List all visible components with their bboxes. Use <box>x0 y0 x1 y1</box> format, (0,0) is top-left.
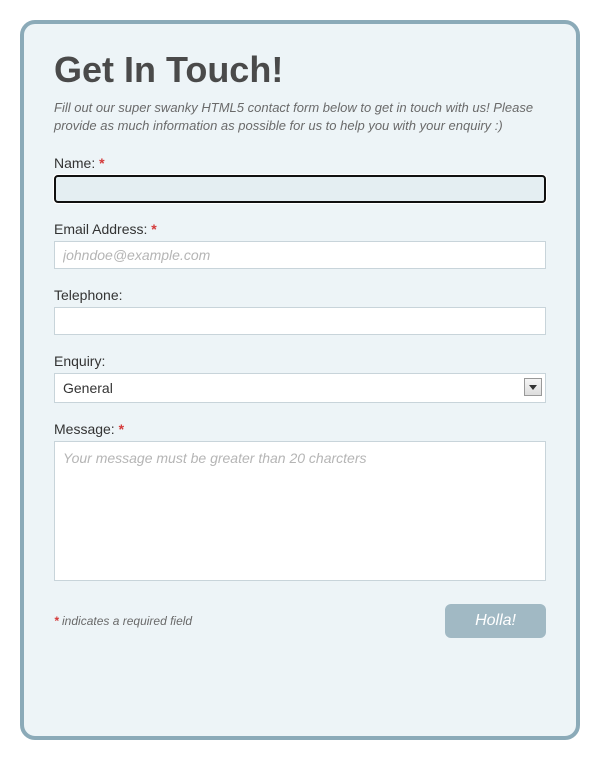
enquiry-label: Enquiry: <box>54 353 546 369</box>
form-title: Get In Touch! <box>54 49 546 91</box>
submit-button[interactable]: Holla! <box>445 604 546 638</box>
field-group-telephone: Telephone: <box>54 287 546 335</box>
field-group-enquiry: Enquiry: General <box>54 353 546 403</box>
email-label: Email Address: * <box>54 221 546 237</box>
required-note-text: indicates a required field <box>62 614 192 628</box>
required-star-icon: * <box>99 155 104 171</box>
required-note: * indicates a required field <box>54 614 192 628</box>
field-group-email: Email Address: * <box>54 221 546 269</box>
required-star-icon: * <box>119 421 124 437</box>
telephone-label: Telephone: <box>54 287 546 303</box>
telephone-label-text: Telephone: <box>54 287 123 303</box>
required-star-icon: * <box>151 221 156 237</box>
message-textarea[interactable] <box>54 441 546 581</box>
enquiry-select-wrapper: General <box>54 373 546 403</box>
name-label: Name: * <box>54 155 546 171</box>
contact-form-card: Get In Touch! Fill out our super swanky … <box>20 20 580 740</box>
enquiry-select[interactable]: General <box>54 373 546 403</box>
enquiry-label-text: Enquiry: <box>54 353 105 369</box>
form-subtitle: Fill out our super swanky HTML5 contact … <box>54 99 546 135</box>
email-label-text: Email Address: <box>54 221 147 237</box>
email-input[interactable] <box>54 241 546 269</box>
message-label-text: Message: <box>54 421 115 437</box>
name-label-text: Name: <box>54 155 95 171</box>
message-label: Message: * <box>54 421 546 437</box>
field-group-message: Message: * <box>54 421 546 586</box>
telephone-input[interactable] <box>54 307 546 335</box>
required-star-icon: * <box>54 614 59 628</box>
field-group-name: Name: * <box>54 155 546 203</box>
name-input[interactable] <box>54 175 546 203</box>
form-footer: * indicates a required field Holla! <box>54 604 546 638</box>
